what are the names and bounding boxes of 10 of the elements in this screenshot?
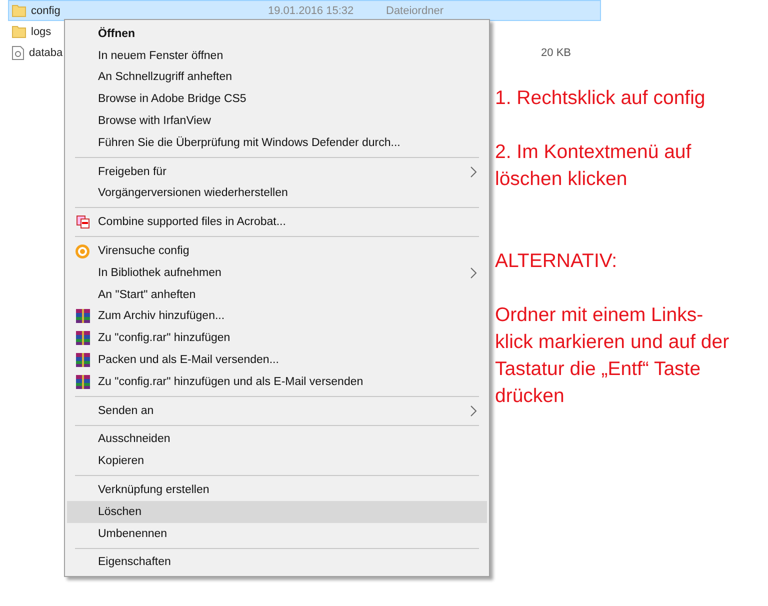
file-date: 19.01.2016 15:32 — [268, 4, 354, 16]
annotation-text: 1. Rechtsklick auf config — [495, 86, 706, 111]
annotation-text: Ordner mit einem Links- klick markieren und auf der Tastatur die „Entf“ Taste drücken — [495, 303, 730, 409]
annotation-text: ALTERNATIV: — [495, 249, 618, 274]
file-type: Dateiordner — [386, 4, 444, 16]
file-name: logs — [31, 26, 52, 38]
annotation-text: 2. Im Kontextmenü auf löschen klicken — [495, 140, 692, 192]
file-size: 20 KB — [541, 46, 571, 58]
file-name: databa — [29, 46, 63, 58]
file-name: config — [31, 4, 60, 16]
